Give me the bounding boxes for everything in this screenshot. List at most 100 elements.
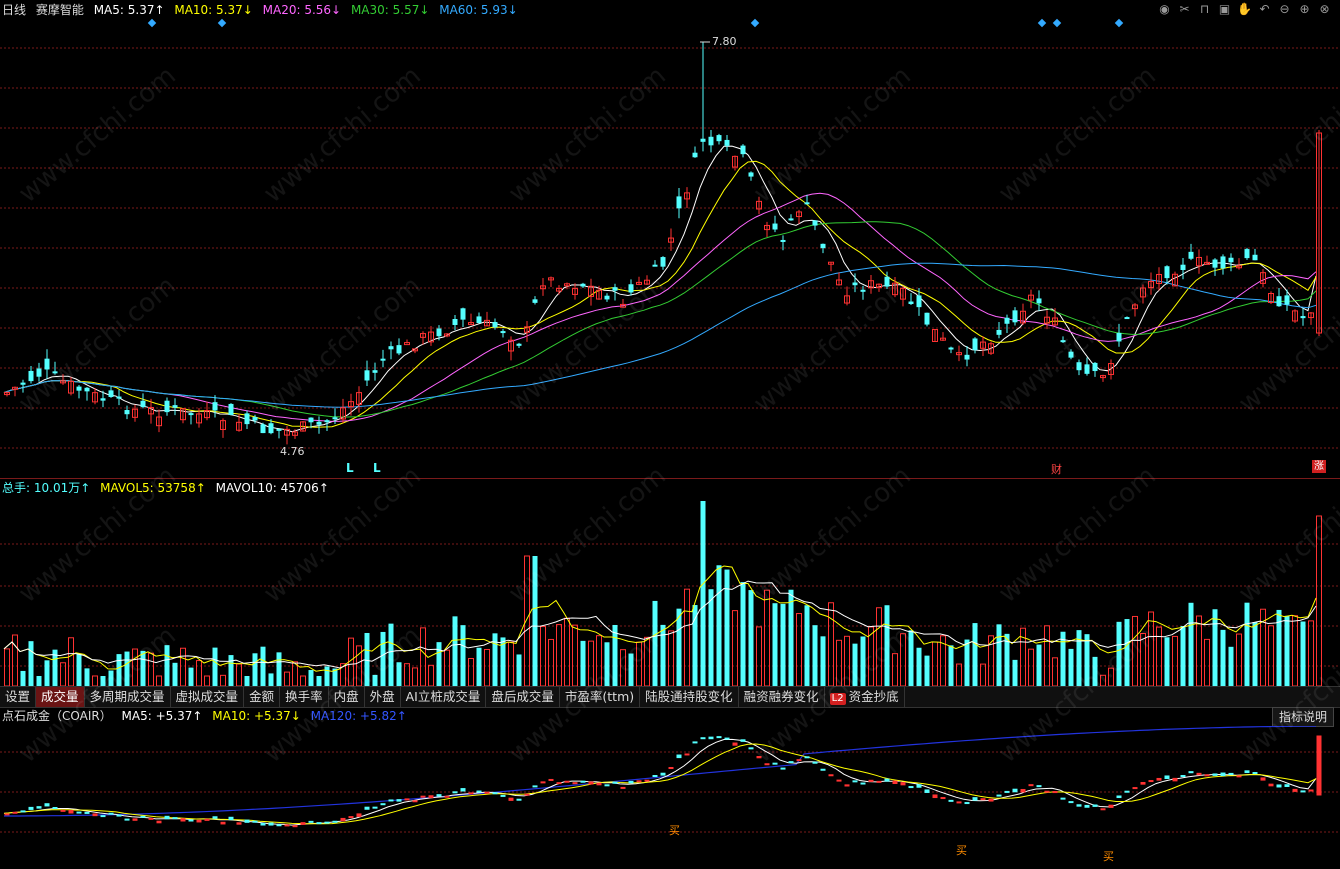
- indicator-candle: [1260, 777, 1266, 781]
- candle-body: [1060, 340, 1066, 343]
- tab-ai-volume[interactable]: AI立桩成交量: [401, 687, 487, 707]
- candle-body: [188, 413, 194, 416]
- volume-bar: [724, 569, 730, 686]
- close-icon[interactable]: ⊗: [1317, 2, 1332, 17]
- tab-fund-bottom[interactable]: L2 资金抄底: [825, 687, 905, 707]
- volume-bar: [972, 623, 978, 686]
- tab-inner-volume[interactable]: 内盘: [329, 687, 365, 707]
- finance-marker[interactable]: 财: [1051, 461, 1062, 477]
- candle-body: [332, 417, 338, 420]
- volume-bar: [1092, 656, 1098, 686]
- indicator-candle: [1092, 804, 1098, 807]
- candle-body: [28, 370, 34, 382]
- volume-bar: [492, 633, 498, 686]
- candle-body: [476, 316, 482, 324]
- undo-icon[interactable]: ↶: [1257, 2, 1272, 17]
- ma30-line: [3, 221, 1317, 418]
- indicator-candle: [1212, 773, 1218, 776]
- indicator-name[interactable]: 点石成金（COAIR）: [2, 709, 112, 723]
- indicator-candle: [212, 816, 218, 819]
- volume-bar: [468, 658, 474, 686]
- scissors-icon[interactable]: ✂: [1177, 2, 1192, 17]
- tab-settings[interactable]: 设置: [0, 687, 37, 707]
- candle-body: [452, 319, 458, 325]
- tab-hk-connect-holding[interactable]: 陆股通持股变化: [640, 687, 739, 707]
- indicator-candle: [220, 821, 226, 825]
- candle-body: [380, 358, 386, 361]
- volume-bar: [692, 605, 698, 686]
- volume-bar: [268, 673, 274, 686]
- indicator-candle: [12, 811, 18, 814]
- tab-outer-volume[interactable]: 外盘: [365, 687, 401, 707]
- volume-bar: [836, 639, 842, 686]
- indicator-candle: [948, 799, 954, 802]
- tab-turnover[interactable]: 换手率: [280, 687, 329, 707]
- candle-body: [116, 396, 122, 399]
- volume-chart[interactable]: [0, 496, 1340, 686]
- volume-bar: [1300, 621, 1306, 686]
- tab-after-hours-volume[interactable]: 盘后成交量: [486, 687, 560, 707]
- price-chart[interactable]: [0, 18, 1340, 478]
- tab-volume[interactable]: 成交量: [36, 687, 85, 707]
- indicator-candle: [60, 809, 66, 812]
- indicator-help-button[interactable]: 指标说明: [1271, 707, 1334, 727]
- indicator-candle: [28, 806, 34, 810]
- volume-bar: [1228, 646, 1234, 686]
- candle-body: [228, 403, 234, 416]
- volume-bar: [188, 667, 194, 686]
- volume-bar: [364, 632, 370, 686]
- indicator-candle: [1276, 784, 1282, 788]
- candle-body: [676, 196, 682, 209]
- candle-body: [276, 428, 282, 431]
- candle-body: [804, 202, 810, 205]
- indicator-candle: [476, 790, 482, 793]
- indicator-candle: [708, 736, 714, 740]
- volume-bar: [436, 642, 442, 686]
- tab-virtual-volume[interactable]: 虚拟成交量: [171, 687, 245, 707]
- candle-body: [1068, 351, 1074, 358]
- candle-body: [604, 295, 610, 300]
- tab-margin-trading[interactable]: 融资融券变化: [739, 687, 825, 707]
- lock-icon[interactable]: ▣: [1217, 2, 1232, 17]
- indicator-candle: [92, 813, 98, 817]
- indicator-candle: [412, 800, 418, 803]
- indicator-chart[interactable]: [0, 726, 1340, 869]
- candle-body: [788, 218, 794, 221]
- volume-bar: [652, 600, 658, 686]
- volume-bar: [572, 624, 578, 686]
- volume-bar: [1132, 615, 1138, 686]
- tab-multi-period-volume[interactable]: 多周期成交量: [85, 687, 171, 707]
- indicator-candle: [620, 786, 626, 789]
- volume-bar: [284, 671, 290, 686]
- hand-icon[interactable]: ✋: [1237, 2, 1252, 17]
- indicator-candle: [132, 818, 138, 821]
- indicator-candle: [612, 781, 618, 784]
- indicator-candle: [668, 767, 674, 770]
- indicator-candle: [44, 803, 50, 807]
- indicator-candle: [436, 794, 442, 797]
- candle-body: [1188, 251, 1194, 259]
- unlock-icon[interactable]: ⊓: [1197, 2, 1212, 17]
- tab-amount[interactable]: 金额: [244, 687, 281, 707]
- event-diamond: [1037, 18, 1047, 28]
- indicator-candle: [236, 822, 242, 825]
- volume-bar: [1028, 648, 1034, 686]
- rise-marker[interactable]: 涨: [1312, 460, 1326, 473]
- ma10-label: MA10: 5.37↓: [174, 3, 253, 17]
- buy-signal: 买: [956, 844, 967, 857]
- indicator-candle: [860, 782, 866, 785]
- volume-bar: [708, 589, 714, 686]
- zoom-in-icon[interactable]: ⊕: [1297, 2, 1312, 17]
- eye-icon[interactable]: ◉: [1157, 2, 1172, 17]
- volume-bar: [716, 565, 722, 686]
- tab-pe-ttm[interactable]: 市盈率(ttm): [560, 687, 641, 707]
- candle-body: [364, 370, 370, 381]
- indicator-candle: [884, 778, 890, 782]
- candle-body: [860, 289, 866, 292]
- volume-bar: [588, 640, 594, 686]
- indicator-candle: [564, 780, 570, 783]
- volume-panel-header: 总手: 10.01万↑ MAVOL5: 53758↑ MAVOL10: 4570…: [2, 480, 335, 496]
- period-label[interactable]: 日线: [2, 3, 26, 17]
- indicator-candle: [868, 779, 874, 782]
- zoom-out-icon[interactable]: ⊖: [1277, 2, 1292, 17]
